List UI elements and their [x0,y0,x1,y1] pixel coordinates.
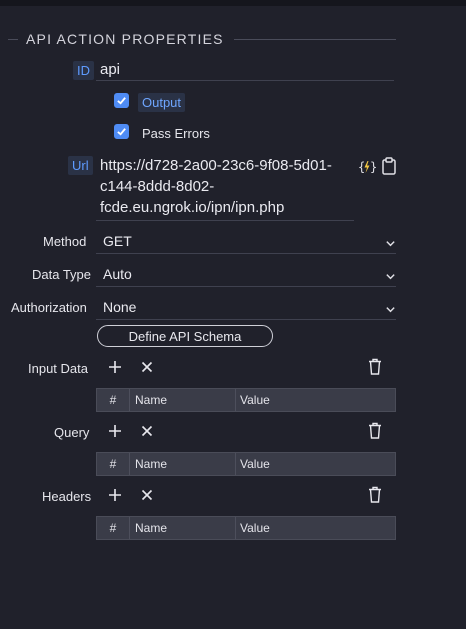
url-line-2: c144-8ddd-8d02- [100,178,215,195]
authorization-label: Authorization [11,300,87,315]
top-bar [0,0,466,6]
query-close-icon[interactable] [139,423,155,439]
input-data-label: Input Data [28,361,88,376]
url-line-1: https://d728-2a00-23c6-9f08-5d01- [100,157,332,174]
section-divider-right [234,39,396,40]
input-data-add-icon[interactable] [107,359,123,375]
method-select-underline [96,253,396,254]
svg-text:{: { [358,160,365,174]
authorization-select-value: None [103,299,137,315]
data-type-label: Data Type [32,267,92,282]
checkmark-icon [117,128,126,136]
query-trash-icon[interactable] [367,422,383,439]
data-type-select-underline [96,286,396,287]
method-select[interactable]: GET [96,230,396,254]
output-label[interactable]: Output [138,93,186,112]
section-title: API ACTION PROPERTIES [26,31,224,47]
authorization-select[interactable]: None [96,296,396,320]
headers-close-icon[interactable] [139,487,155,503]
output-checkbox[interactable] [114,93,129,108]
column-header-hash: # [97,389,130,411]
data-type-select-value: Auto [103,266,132,282]
url-line-3: fcde.eu.ngrok.io/ipn/ipn.php [100,199,285,216]
column-header-name: Name [130,517,236,539]
column-header-value: Value [240,457,270,471]
section-header: API ACTION PROPERTIES [8,30,396,50]
query-add-icon[interactable] [107,423,123,439]
headers-add-icon[interactable] [107,487,123,503]
headers-trash-icon[interactable] [367,486,383,503]
svg-text:}: } [370,160,376,174]
query-table-header: # Name Value [96,452,396,476]
method-label: Method [43,234,87,249]
column-header-hash: # [97,517,130,539]
url-input-underline [96,220,354,221]
query-label: Query [54,425,90,440]
method-select-value: GET [103,233,132,249]
checkmark-icon [117,97,126,105]
chevron-down-icon [386,307,395,313]
id-input[interactable]: api [100,61,120,78]
column-header-name: Name [130,389,236,411]
column-header-value: Value [240,393,270,407]
url-input[interactable]: https://d728-2a00-23c6-9f08-5d01- c144-8… [100,155,332,218]
column-header-value: Value [240,521,270,535]
section-divider-left [8,39,18,40]
input-data-close-icon[interactable] [139,359,155,375]
url-label: Url [68,156,93,175]
id-label: ID [73,61,94,80]
data-type-select[interactable]: Auto [96,263,396,287]
input-data-table-header: # Name Value [96,388,396,412]
column-header-hash: # [97,453,130,475]
define-api-schema-button[interactable]: Define API Schema [97,325,273,347]
authorization-select-underline [96,319,396,320]
chevron-down-icon [386,241,395,247]
column-header-name: Name [130,453,236,475]
clipboard-icon[interactable] [381,157,397,175]
id-input-underline [96,80,394,81]
input-data-trash-icon[interactable] [367,358,383,375]
pass-errors-label[interactable]: Pass Errors [142,126,210,141]
chevron-down-icon [386,274,395,280]
expression-icon[interactable]: { } [358,158,377,176]
pass-errors-checkbox[interactable] [114,124,129,139]
headers-table-header: # Name Value [96,516,396,540]
headers-label: Headers [42,489,92,504]
